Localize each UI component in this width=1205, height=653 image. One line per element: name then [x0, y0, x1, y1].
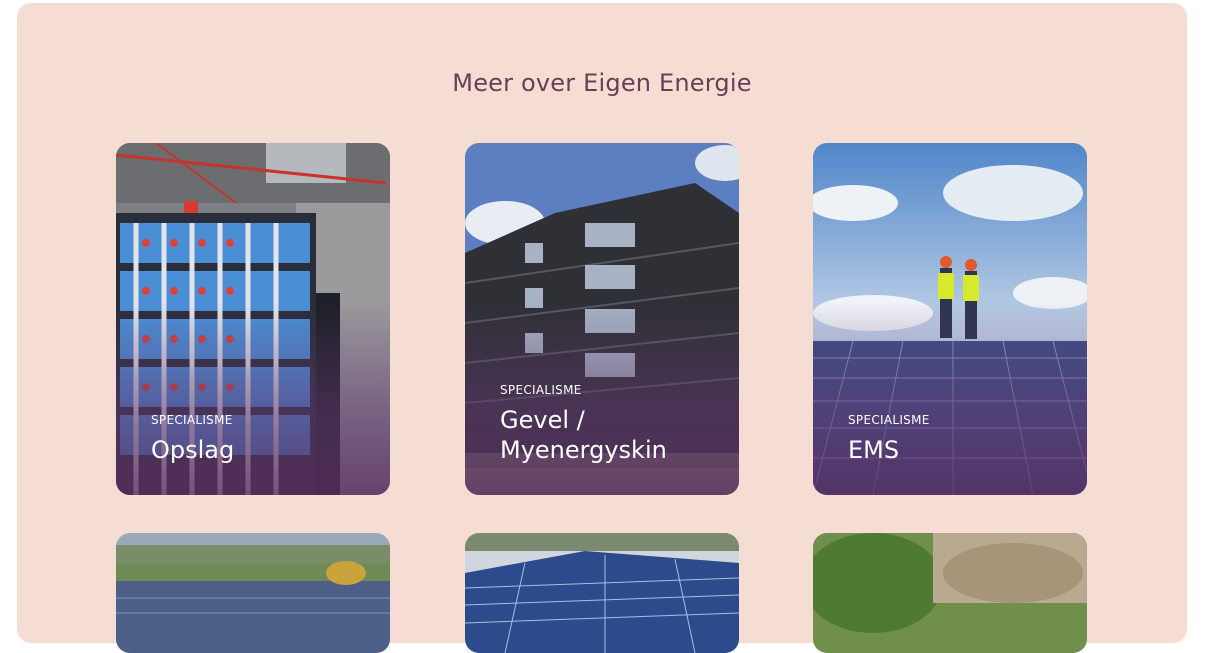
solar-rooftop-image	[465, 533, 739, 653]
card-title: Opslag	[151, 436, 235, 464]
card-eyebrow: SPECIALISME	[500, 383, 582, 397]
card-solar-rooftop[interactable]	[465, 533, 739, 653]
card-eyebrow: SPECIALISME	[848, 413, 930, 427]
card-opslag[interactable]: SPECIALISME Opslag	[116, 143, 390, 495]
section-title: Meer over Eigen Energie	[452, 69, 752, 97]
card-title: EMS	[848, 436, 900, 464]
nature-image	[813, 533, 1087, 653]
solar-field-image	[116, 533, 390, 653]
card-gevel-myenergyskin[interactable]: SPECIALISME Gevel / Myenergyskin	[465, 143, 739, 495]
card-eyebrow: SPECIALISME	[151, 413, 233, 427]
card-nature[interactable]	[813, 533, 1087, 653]
card-ems[interactable]: SPECIALISME EMS	[813, 143, 1087, 495]
card-title: Gevel / Myenergyskin	[500, 406, 667, 464]
card-solar-field[interactable]	[116, 533, 390, 653]
